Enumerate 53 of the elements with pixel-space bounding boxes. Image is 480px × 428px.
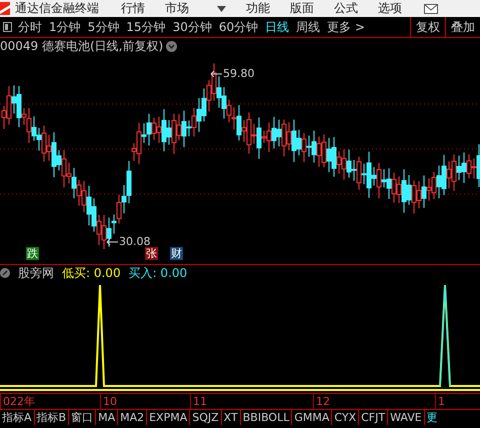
app-title: 通达信金融终端 <box>15 0 99 17</box>
arrow-icon <box>106 238 118 246</box>
dropdown-icon[interactable] <box>166 40 178 52</box>
indicator-tab[interactable]: BBIBOLL <box>240 410 292 425</box>
indicator-tab[interactable]: 更 <box>424 410 440 425</box>
event-marker[interactable]: 张 <box>145 247 158 260</box>
period-tab[interactable]: 5分钟 <box>88 18 120 36</box>
date-label: 1 <box>435 394 445 409</box>
caret-icon[interactable] <box>217 6 226 12</box>
menu-item[interactable]: 市场 <box>165 0 189 17</box>
indicator-tab[interactable]: CYX <box>332 410 360 425</box>
menu-item[interactable]: 行情 <box>121 0 145 17</box>
period-tab[interactable]: 60分钟 <box>218 18 258 36</box>
menu-item[interactable]: 功能 <box>246 0 270 17</box>
indicator-tab[interactable]: MA2 <box>118 410 148 425</box>
period-tab[interactable]: 30分钟 <box>172 18 212 36</box>
mail-icon[interactable] <box>424 4 438 14</box>
period-tab[interactable]: 分时 <box>18 18 42 36</box>
indicator-tab[interactable]: MA <box>96 410 118 425</box>
indicator-tab[interactable]: CFJT <box>359 410 388 425</box>
legend-value: 低买: 0.00 <box>62 264 121 282</box>
legend-value: 买入: 0.00 <box>128 264 188 282</box>
indicator-tab[interactable]: 指标B <box>34 410 70 425</box>
menu-item[interactable]: 版面 <box>290 0 314 17</box>
chart-title: 00049 德赛电池(日线,前复权) <box>0 38 164 54</box>
high-price-label: 59.80 <box>223 67 254 80</box>
indicator-tab[interactable]: EXPMA <box>147 410 190 425</box>
period-tab[interactable]: 更多 > <box>327 18 365 36</box>
indicator-tab[interactable]: 窗口 <box>69 410 96 425</box>
period-tab[interactable]: 周线 <box>296 18 320 36</box>
date-label: 022年 <box>0 394 35 409</box>
indicator-tab[interactable]: 指标A <box>0 410 35 425</box>
date-label: 11 <box>190 394 207 409</box>
period-tab[interactable]: 日线 <box>265 18 290 36</box>
low-price-label: 30.08 <box>119 235 150 248</box>
date-label: 12 <box>313 394 330 409</box>
period-tab[interactable]: 1分钟 <box>49 18 81 36</box>
date-label: 10 <box>100 394 117 409</box>
period-tab[interactable]: 15分钟 <box>126 18 166 36</box>
indicator-name: 股旁网 <box>18 264 54 282</box>
arrow-icon <box>210 70 222 78</box>
indicator-tab[interactable]: GMMA <box>292 410 332 425</box>
toolbar-button[interactable]: 叠加 <box>445 17 480 37</box>
event-marker[interactable]: 财 <box>170 247 183 260</box>
indicator-tab[interactable]: SQJZ <box>190 410 222 425</box>
panel-icon[interactable] <box>3 22 12 32</box>
toolbar-button[interactable]: 复权 <box>410 17 445 37</box>
menu-item[interactable]: 公式 <box>334 0 358 17</box>
menu-item[interactable]: 选项 <box>378 0 402 17</box>
logo-icon <box>0 2 10 15</box>
indicator-tab[interactable]: XT <box>222 410 241 425</box>
event-marker[interactable]: 跌 <box>26 247 39 260</box>
indicator-tab[interactable]: WAVE <box>388 410 425 425</box>
